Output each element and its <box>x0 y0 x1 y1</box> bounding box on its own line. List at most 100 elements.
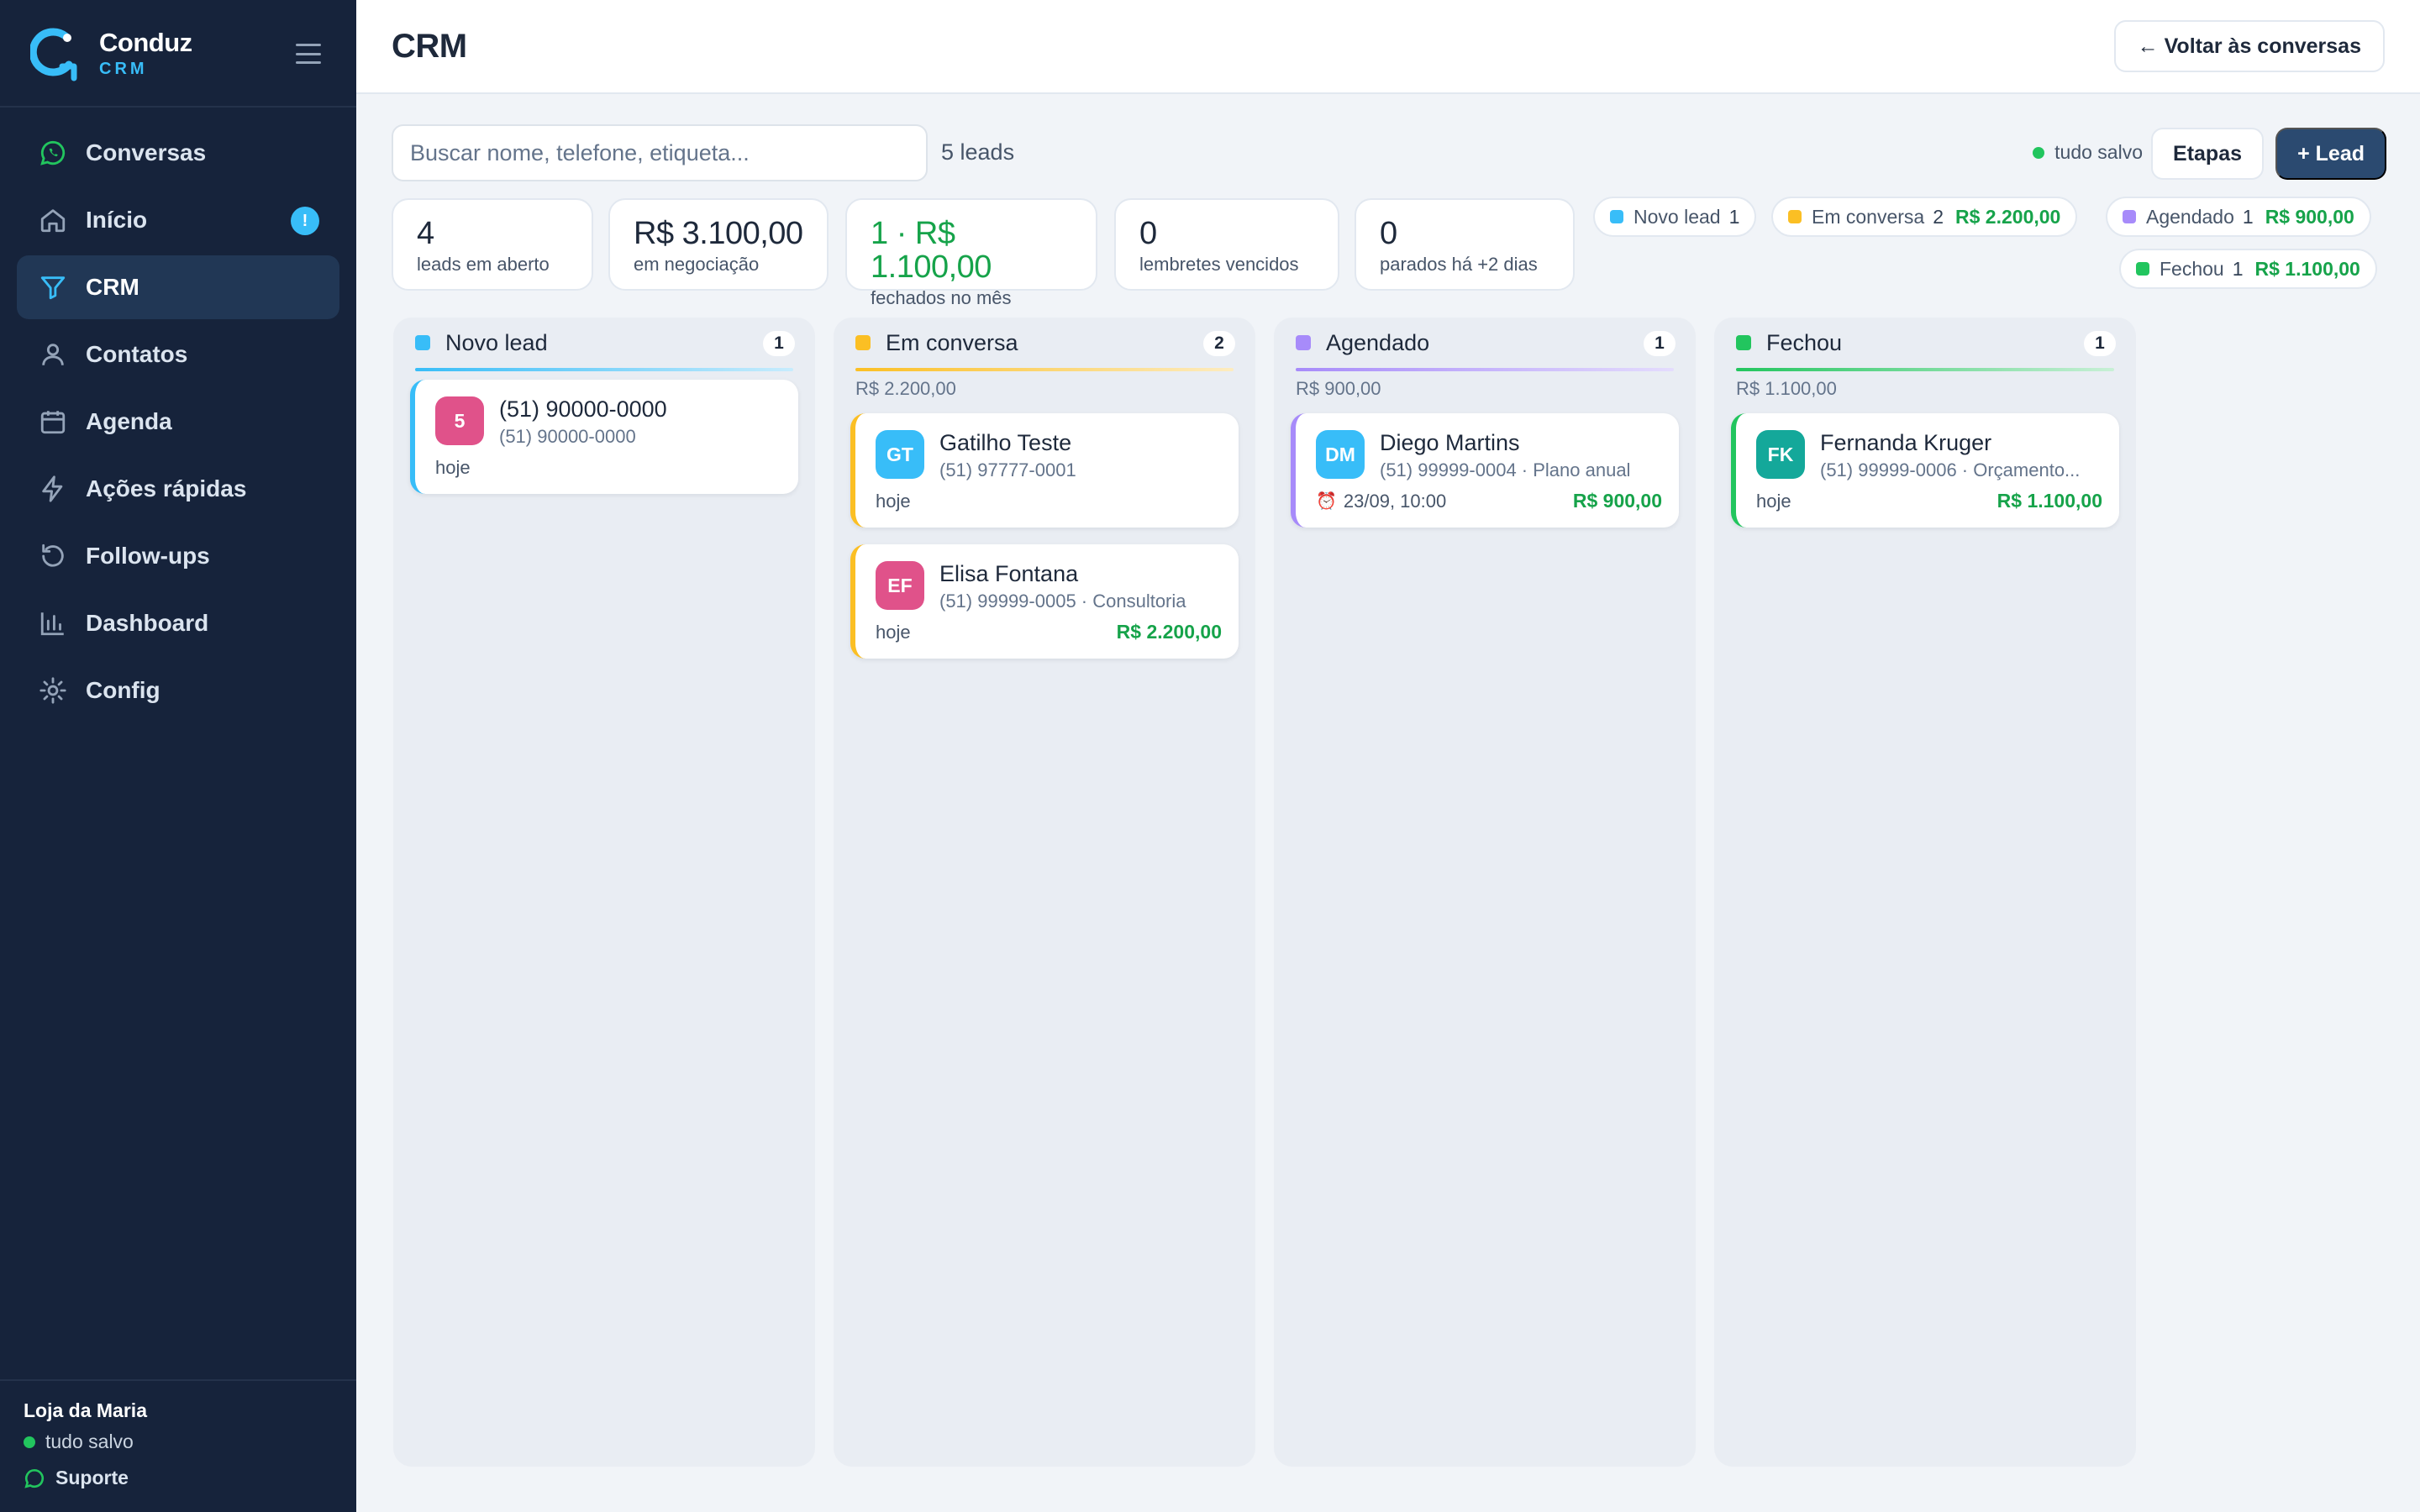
sidebar-item-label: Ações rápidas <box>86 475 247 501</box>
sidebar-item-label: Contatos <box>86 341 188 367</box>
stat-value: R$ 3.100,00 <box>634 216 803 251</box>
lead-date: hoje <box>876 491 911 512</box>
lead-amount: R$ 1.100,00 <box>1996 490 2102 512</box>
stat-value: 4 <box>417 216 434 251</box>
lead-card[interactable]: 5 (51) 90000-0000 (51) 90000-0000 hoje <box>410 380 798 494</box>
gear-icon <box>39 676 67 705</box>
status-dot-icon <box>2033 146 2045 159</box>
sidebar-item-contatos[interactable]: Contatos <box>17 323 339 386</box>
sidebar-item-agenda[interactable]: Agenda <box>17 390 339 454</box>
lead-count: 5 leads <box>941 139 1015 165</box>
stage-chip-em-conversa[interactable]: Em conversa 2 R$ 2.200,00 <box>1771 197 2078 237</box>
stage-color-icon <box>855 335 871 350</box>
sidebar-item-conversas[interactable]: Conversas <box>17 121 339 185</box>
store-name: Loja da Maria <box>24 1399 147 1421</box>
column-accent-bar <box>1736 368 2114 371</box>
stat-label: lembretes vencidos <box>1139 254 1299 275</box>
stat-open-leads: 4 leads em aberto <box>392 198 593 291</box>
avatar: GT <box>876 430 924 479</box>
column-fechou: Fechou 1 R$ 1.100,00 FK Fernanda Kruger … <box>1714 318 2136 1467</box>
sidebar-item-crm[interactable]: CRM <box>17 255 339 319</box>
column-accent-bar <box>855 368 1234 371</box>
sidebar-item-label: CRM <box>86 274 139 300</box>
conduz-logo-icon <box>30 28 77 81</box>
column-agendado: Agendado 1 R$ 900,00 DM Diego Martins (5… <box>1274 318 1696 1467</box>
sidebar-item-label: Agenda <box>86 408 172 434</box>
sidebar-nav: Conversas Início ! CRM Contatos Agenda A… <box>0 108 356 739</box>
lead-amount: R$ 900,00 <box>1572 490 1662 512</box>
sidebar-item-inicio[interactable]: Início ! <box>17 188 339 252</box>
sidebar-item-label: Conversas <box>86 139 207 165</box>
lead-name: Diego Martins <box>1380 430 1520 455</box>
column-title: Em conversa <box>886 329 1018 355</box>
sidebar-item-acoes-rapidas[interactable]: Ações rápidas <box>17 457 339 521</box>
brand: Conduz CRM <box>0 0 356 108</box>
sidebar-item-label: Dashboard <box>86 610 209 636</box>
calendar-icon <box>39 407 67 436</box>
save-status-text: tudo salvo <box>2054 141 2143 163</box>
lead-card[interactable]: DM Diego Martins (51) 99999-0004 · Plano… <box>1291 413 1679 528</box>
lead-card[interactable]: FK Fernanda Kruger (51) 99999-0006 · Orç… <box>1731 413 2119 528</box>
stage-color-icon <box>1736 335 1751 350</box>
column-title: Fechou <box>1766 329 1843 355</box>
avatar: FK <box>1756 430 1805 479</box>
save-status-text: tudo salvo <box>45 1431 134 1452</box>
alarm-clock-icon: ⏰ <box>1316 492 1337 511</box>
lead-date: hoje <box>876 621 911 643</box>
column-title: Novo lead <box>445 329 548 355</box>
lead-date: hoje <box>435 457 471 478</box>
stage-color-icon <box>415 335 430 350</box>
menu-toggle-icon[interactable] <box>296 44 321 64</box>
sidebar-item-follow-ups[interactable]: Follow-ups <box>17 524 339 588</box>
sidebar-item-label: Follow-ups <box>86 543 210 569</box>
lead-date: hoje <box>1756 490 1791 512</box>
stat-label: leads em aberto <box>417 254 550 275</box>
stage-color-icon <box>1610 210 1623 223</box>
column-count: 1 <box>763 331 795 356</box>
lead-detail: (51) 99999-0006 · Orçamento... <box>1820 459 2081 480</box>
search-input[interactable] <box>392 124 928 181</box>
avatar: EF <box>876 561 924 610</box>
save-status: tudo salvo <box>24 1431 333 1453</box>
support-link[interactable]: Suporte <box>24 1467 333 1489</box>
lead-amount: R$ 2.200,00 <box>1116 621 1222 643</box>
chip-amount: R$ 2.200,00 <box>1955 205 2061 228</box>
lead-date: 23/09, 10:00 <box>1343 490 1447 512</box>
avatar: 5 <box>435 396 484 445</box>
chip-amount: R$ 900,00 <box>2265 205 2354 228</box>
chip-amount: R$ 1.100,00 <box>2254 257 2360 280</box>
brand-sub: CRM <box>99 59 148 78</box>
stat-label: parados há +2 dias <box>1380 254 1538 275</box>
lead-card[interactable]: EF Elisa Fontana (51) 99999-0005 · Consu… <box>850 544 1239 659</box>
stage-color-icon <box>2123 210 2136 223</box>
add-lead-button[interactable]: + Lead <box>2275 128 2386 180</box>
lead-card[interactable]: GT Gatilho Teste (51) 97777-0001 hoje <box>850 413 1239 528</box>
alert-badge: ! <box>291 207 319 235</box>
stage-chip-agendado[interactable]: Agendado 1 R$ 900,00 <box>2106 197 2371 237</box>
stat-value: 0 <box>1139 216 1157 251</box>
whatsapp-icon <box>24 1468 45 1488</box>
stage-chip-fechou[interactable]: Fechou 1 R$ 1.100,00 <box>2119 249 2377 289</box>
lead-name: Elisa Fontana <box>939 561 1079 586</box>
stat-closed-month: 1 · R$ 1.100,00 fechados no mês <box>845 198 1097 308</box>
chip-label: Fechou <box>2160 257 2224 280</box>
lead-name: Gatilho Teste <box>939 430 1072 455</box>
column-total: R$ 2.200,00 <box>855 378 956 399</box>
chip-count: 1 <box>2242 205 2254 228</box>
sidebar-item-label: Início <box>86 207 148 233</box>
bolt-icon <box>39 475 67 503</box>
lead-detail: (51) 97777-0001 <box>939 459 1076 480</box>
column-accent-bar <box>415 368 793 371</box>
whatsapp-icon <box>39 139 67 167</box>
sidebar-footer: Loja da Maria tudo salvo Suporte <box>0 1379 356 1512</box>
avatar: DM <box>1316 430 1365 479</box>
column-novo-lead: Novo lead 1 5 (51) 90000-0000 (51) 90000… <box>393 318 815 1467</box>
back-to-conversations-button[interactable]: ← Voltar às conversas <box>2113 20 2385 72</box>
stages-button[interactable]: Etapas <box>2151 128 2264 180</box>
stat-overdue-reminders: 0 lembretes vencidos <box>1114 198 1339 291</box>
support-label: Suporte <box>55 1467 129 1488</box>
chip-label: Agendado <box>2146 205 2234 228</box>
stage-chip-novo-lead[interactable]: Novo lead 1 <box>1593 197 1757 237</box>
sidebar-item-dashboard[interactable]: Dashboard <box>17 591 339 655</box>
sidebar-item-config[interactable]: Config <box>17 659 339 722</box>
